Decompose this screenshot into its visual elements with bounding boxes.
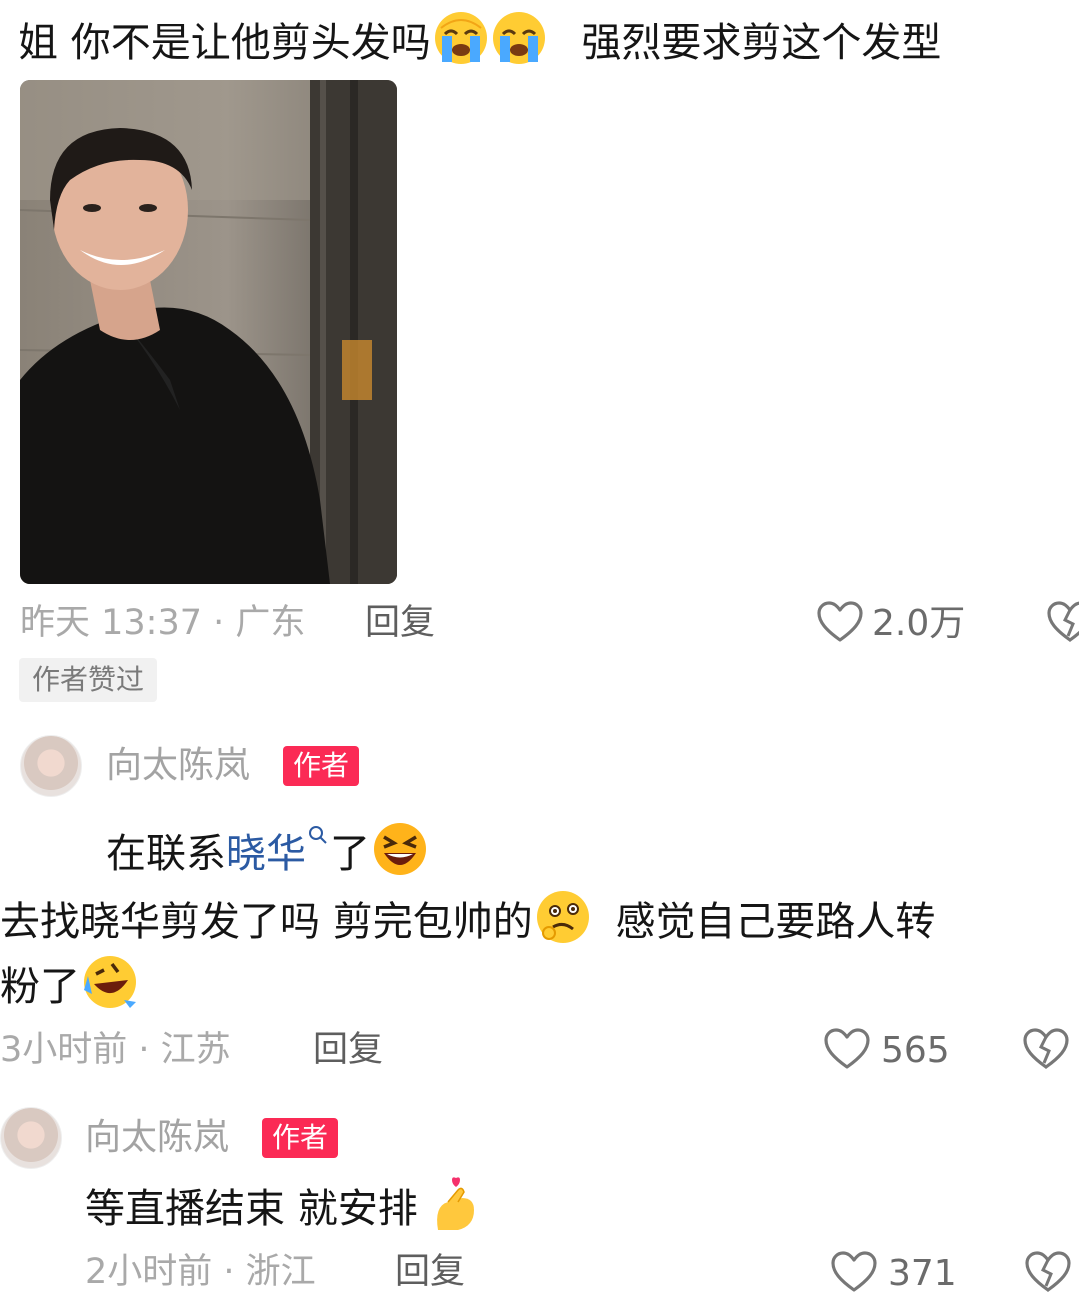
like-button[interactable]: 2.0万 bbox=[816, 600, 965, 648]
comment-text: 姐 你不是让他剪头发吗 强烈要求剪这个发型 bbox=[18, 10, 941, 71]
woozy-face-emoji bbox=[535, 889, 591, 945]
finger-heart-emoji bbox=[428, 1176, 484, 1232]
heart-outline-icon bbox=[823, 1027, 871, 1075]
reply-button[interactable]: 回复 bbox=[365, 601, 435, 645]
like-count: 565 bbox=[881, 1030, 950, 1071]
username[interactable]: 向太陈岚 bbox=[106, 744, 250, 788]
broken-heart-outline-icon[interactable] bbox=[1024, 1250, 1072, 1298]
like-button[interactable]: 565 bbox=[823, 1027, 950, 1075]
comment-meta: 2小时前 · 浙江 bbox=[85, 1252, 316, 1292]
search-link[interactable]: 晓华 bbox=[226, 831, 306, 877]
reply-text: 在联系晓华 了 bbox=[106, 804, 428, 882]
comment-meta: 3小时前 · 江苏 bbox=[0, 1030, 231, 1070]
comment-text-line2: 粉了 bbox=[0, 954, 138, 1015]
author-badge: 作者 bbox=[283, 746, 360, 786]
broken-heart-outline-icon[interactable] bbox=[1022, 1027, 1070, 1075]
author-badge: 作者 bbox=[262, 1118, 339, 1158]
like-button[interactable]: 371 bbox=[830, 1250, 957, 1298]
heart-outline-icon bbox=[830, 1250, 878, 1298]
grinning-squinting-emoji bbox=[372, 821, 428, 877]
reply-text: 等直播结束 就安排 bbox=[85, 1176, 484, 1237]
author-liked-tag: 作者赞过 bbox=[19, 658, 158, 702]
reply-button[interactable]: 回复 bbox=[395, 1250, 465, 1294]
broken-heart-outline-icon[interactable] bbox=[1046, 600, 1079, 648]
comment-text: 去找晓华剪发了吗 剪完包帅的 感觉自己要路人转 bbox=[0, 889, 935, 950]
crying-emoji bbox=[491, 10, 547, 66]
photo-image bbox=[20, 80, 397, 584]
comment-photo[interactable] bbox=[20, 80, 397, 584]
heart-outline-icon bbox=[816, 600, 864, 648]
username[interactable]: 向太陈岚 bbox=[85, 1116, 229, 1160]
crying-emoji bbox=[433, 10, 489, 66]
rolling-laughing-emoji bbox=[82, 954, 138, 1010]
avatar[interactable] bbox=[0, 1107, 62, 1169]
avatar[interactable] bbox=[20, 735, 82, 797]
search-icon[interactable] bbox=[308, 804, 328, 860]
like-count: 371 bbox=[888, 1253, 957, 1294]
like-count: 2.0万 bbox=[872, 603, 966, 644]
comment-meta: 昨天 13:37 · 广东 bbox=[20, 603, 306, 643]
reply-button[interactable]: 回复 bbox=[313, 1028, 383, 1072]
